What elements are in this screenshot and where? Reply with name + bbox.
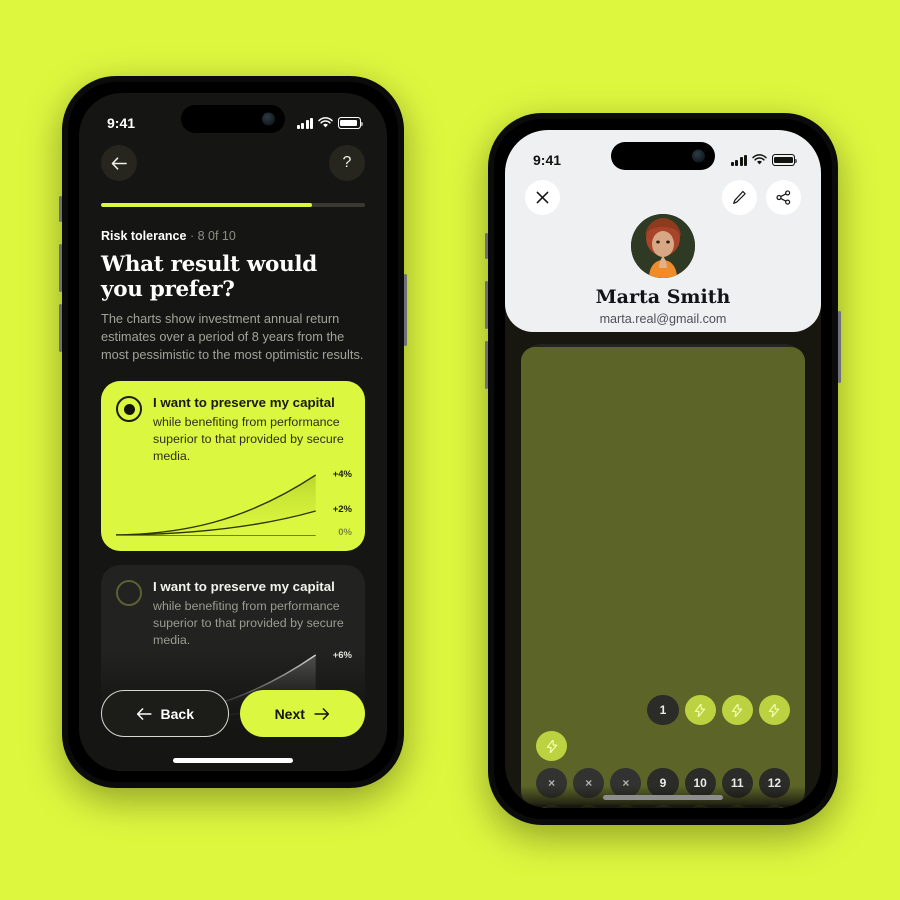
option-body: while benefiting from performance superi… [153, 599, 344, 647]
calendar-cell-day[interactable]: 12 [758, 768, 790, 798]
help-icon: ? [342, 154, 352, 171]
screen-profile: Marta Smith marta.real@gmail.com 9:41 St… [505, 130, 821, 808]
calendar-cell-bolt[interactable] [536, 731, 568, 761]
battery-icon [338, 117, 364, 129]
status-time: 9:41 [533, 152, 562, 168]
calendar-cell-bolt[interactable] [758, 695, 790, 725]
option-body: while benefiting from performance superi… [153, 415, 344, 463]
option-heading: I am looking for a very good [153, 763, 331, 771]
back-button[interactable]: Back [101, 690, 229, 737]
option-chart-1-axis: +4% +2% 0% [318, 465, 352, 539]
power-button[interactable] [404, 274, 407, 346]
profile-name: Marta Smith [595, 286, 731, 308]
option-heading: I want to preserve my capital [153, 395, 335, 411]
volume-down-button[interactable] [485, 341, 488, 389]
calendar-row [536, 805, 790, 808]
dynamic-island [611, 142, 715, 170]
cellular-bars-icon [730, 154, 747, 166]
calendar-cell-day[interactable]: 11 [721, 768, 753, 798]
share-button[interactable] [766, 180, 801, 215]
calendar-cell-bolt[interactable] [536, 805, 568, 808]
profile-email: marta.real@gmail.com [599, 312, 727, 326]
calendar-cell-bolt[interactable] [758, 805, 790, 808]
volume-down-button[interactable] [59, 304, 62, 352]
arrow-left-icon [136, 707, 152, 720]
volume-up-button[interactable] [59, 244, 62, 292]
option-chart-1: +4% +2% 0% [116, 465, 352, 539]
phone-bezel: 9:41 ? Risk tolerance · 8 0f 10 What res… [68, 82, 398, 782]
option-heading: I want to preserve my capital [153, 579, 335, 595]
cellular-bars-icon [296, 117, 313, 129]
survey-progress-fill [101, 203, 313, 207]
avatar [631, 214, 695, 278]
close-button[interactable] [525, 180, 560, 215]
home-indicator [603, 795, 723, 800]
edit-button[interactable] [722, 180, 757, 215]
phone-frame-profile: Marta Smith marta.real@gmail.com 9:41 St… [485, 113, 841, 825]
survey-progress-bar [101, 203, 365, 207]
section-step: · 8 0f 10 [189, 229, 236, 243]
battery-icon [772, 154, 798, 166]
option-card-1[interactable]: I want to preserve my capital while bene… [101, 381, 365, 552]
phone-bezel: Marta Smith marta.real@gmail.com 9:41 St… [494, 119, 832, 819]
calendar-cell-bolt[interactable] [647, 805, 679, 808]
pencil-icon [733, 190, 746, 204]
calendar-grid: 1 × × × 9 10 11 12 [536, 695, 790, 808]
phone-frame-survey: 9:41 ? Risk tolerance · 8 0f 10 What res… [59, 76, 407, 788]
calendar-cell [536, 695, 567, 725]
calendar-cell-day[interactable]: 1 [647, 695, 679, 725]
arrow-right-icon [314, 707, 329, 720]
calendar-cell-day[interactable]: 10 [684, 768, 716, 798]
wifi-icon [752, 154, 767, 165]
area-chart-svg [116, 474, 317, 537]
radio-unselected-icon[interactable] [116, 580, 142, 607]
calendar-cell-bolt[interactable] [684, 805, 716, 808]
user-avatar [631, 214, 695, 278]
axis-label-top: +4% [332, 469, 352, 481]
back-icon-button[interactable] [101, 145, 137, 181]
mute-switch[interactable] [485, 233, 488, 259]
mute-switch[interactable] [59, 196, 62, 222]
calendar-cell-bolt[interactable] [610, 805, 642, 808]
arrow-left-icon [111, 156, 127, 170]
wifi-icon [318, 117, 333, 128]
calendar-cell-bolt[interactable] [721, 695, 753, 725]
close-icon [536, 191, 549, 204]
calendar-cell-bolt[interactable] [684, 695, 716, 725]
next-button-label: Next [274, 705, 305, 722]
profile-body: Stats Profile Security Learning progress… [521, 344, 805, 808]
volume-up-button[interactable] [485, 281, 488, 329]
home-indicator [173, 758, 293, 763]
radio-unselected-icon[interactable] [116, 764, 142, 771]
axis-label-mid: +2% [332, 504, 352, 516]
survey-section-label: Risk tolerance · 8 0f 10 [101, 229, 365, 243]
survey-content: ? Risk tolerance · 8 0f 10 What result w… [79, 93, 387, 771]
help-button[interactable]: ? [329, 145, 365, 181]
calendar-cell-day[interactable]: 9 [647, 768, 679, 798]
dynamic-island [181, 105, 285, 133]
screen-survey: 9:41 ? Risk tolerance · 8 0f 10 What res… [79, 93, 387, 771]
calendar-card: May 2024 Visualizing your learning miles… [521, 634, 805, 808]
survey-actions: Back Next [101, 690, 365, 737]
profile-header-buttons [525, 180, 801, 215]
radio-selected-icon[interactable] [116, 396, 142, 423]
calendar-cell-bolt[interactable] [721, 805, 753, 808]
page-subtitle: The charts show investment annual return… [101, 311, 364, 363]
calendar-cell-bolt[interactable] [573, 805, 605, 808]
page-title: What result would you prefer? [101, 252, 318, 302]
power-button[interactable] [838, 311, 841, 383]
calendar-cell-missed[interactable]: × [536, 768, 568, 798]
axis-label-top: +6% [332, 650, 352, 662]
axis-label-zero: 0% [338, 527, 352, 539]
section-name: Risk tolerance [101, 229, 187, 243]
status-time: 9:41 [107, 115, 136, 131]
share-icon [776, 190, 791, 205]
next-button[interactable]: Next [239, 690, 365, 737]
back-button-label: Back [160, 705, 194, 722]
